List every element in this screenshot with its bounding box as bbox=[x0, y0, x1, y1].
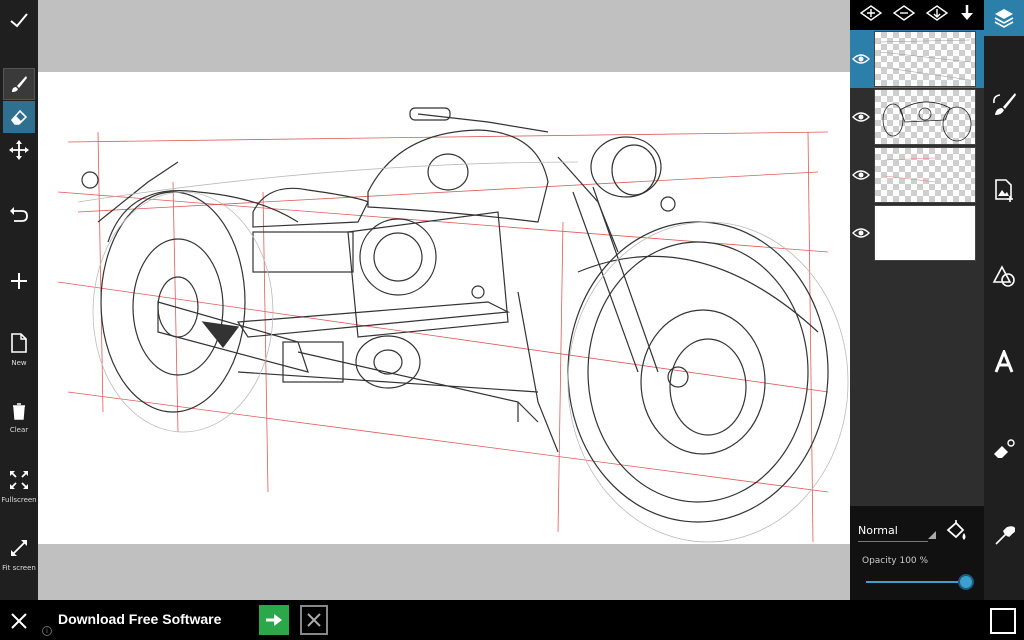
visibility-toggle[interactable] bbox=[850, 146, 872, 204]
left-toolbar: New Clear Fullscreen Fit screen bbox=[0, 0, 38, 600]
import-image-button[interactable] bbox=[988, 174, 1020, 206]
brush-icon bbox=[12, 76, 27, 92]
visibility-toggle[interactable] bbox=[850, 30, 872, 88]
remove-layer-button[interactable] bbox=[892, 5, 915, 25]
brush-settings-icon bbox=[993, 93, 1016, 115]
layer-row[interactable] bbox=[850, 30, 984, 88]
merge-layer-button[interactable] bbox=[925, 5, 948, 25]
paint-bucket-icon bbox=[946, 520, 966, 540]
confirm-button[interactable] bbox=[3, 4, 35, 36]
close-icon bbox=[11, 613, 27, 629]
ad-info-icon[interactable]: i bbox=[42, 626, 52, 636]
brush-settings-button[interactable] bbox=[988, 88, 1020, 120]
ad-go-button[interactable] bbox=[259, 605, 289, 635]
text-icon bbox=[994, 350, 1014, 373]
new-button[interactable]: New bbox=[0, 333, 38, 367]
ad-banner[interactable]: Download Free Software bbox=[0, 600, 1024, 640]
add-button[interactable] bbox=[3, 265, 35, 297]
layer-thumbnail bbox=[874, 147, 976, 203]
merge-layer-icon bbox=[925, 5, 948, 21]
shapes-button[interactable] bbox=[988, 260, 1020, 292]
undo-icon bbox=[10, 207, 28, 222]
ad-close-button[interactable] bbox=[6, 608, 32, 634]
layers-icon bbox=[994, 9, 1014, 28]
plus-icon bbox=[11, 273, 27, 289]
layer-thumbnail bbox=[874, 31, 976, 87]
clear-button[interactable]: Clear bbox=[0, 402, 38, 434]
eyedropper-button[interactable] bbox=[988, 520, 1020, 552]
motorcycle-sketch bbox=[57, 107, 849, 543]
fit-screen-button[interactable]: Fit screen bbox=[0, 538, 38, 572]
layer-toolbar bbox=[850, 0, 984, 30]
eye-icon bbox=[852, 228, 870, 238]
fit-screen-label: Fit screen bbox=[2, 564, 36, 572]
right-toolbar bbox=[984, 0, 1024, 600]
new-document-icon bbox=[11, 333, 27, 353]
ad-text[interactable]: Download Free Software bbox=[58, 611, 221, 627]
text-tool-button[interactable] bbox=[988, 346, 1020, 378]
add-layer-icon bbox=[859, 5, 882, 21]
drawing-canvas[interactable] bbox=[38, 72, 850, 544]
fullscreen-button[interactable]: Fullscreen bbox=[0, 470, 38, 504]
eye-icon bbox=[852, 112, 870, 122]
fullscreen-icon bbox=[10, 471, 28, 489]
visibility-toggle[interactable] bbox=[850, 204, 872, 262]
shapes-icon bbox=[992, 265, 1015, 287]
opacity-slider-track[interactable] bbox=[866, 581, 966, 583]
fullscreen-label: Fullscreen bbox=[1, 496, 37, 504]
clear-label: Clear bbox=[9, 426, 29, 434]
new-label: New bbox=[11, 359, 27, 367]
trash-icon bbox=[13, 403, 25, 420]
layer-row[interactable] bbox=[850, 88, 984, 146]
ad-dismiss-button[interactable] bbox=[300, 605, 328, 635]
move-layer-down-button[interactable] bbox=[959, 4, 975, 26]
canvas-area[interactable] bbox=[38, 0, 850, 600]
fit-screen-icon bbox=[11, 540, 27, 556]
add-layer-button[interactable] bbox=[859, 5, 882, 25]
blend-settings: Normal Opacity 100 % bbox=[850, 506, 984, 600]
perspective-guides bbox=[57, 131, 829, 543]
layer-row[interactable] bbox=[850, 146, 984, 204]
layer-thumbnail bbox=[874, 205, 976, 261]
eyedropper-icon bbox=[995, 526, 1015, 545]
app-root: New Clear Fullscreen Fit screen Normal O… bbox=[0, 0, 1024, 640]
eye-icon bbox=[852, 170, 870, 180]
undo-button[interactable] bbox=[3, 198, 35, 230]
opacity-label: Opacity 100 % bbox=[862, 556, 929, 566]
eraser-settings-icon bbox=[994, 439, 1015, 458]
fill-bucket-button[interactable] bbox=[944, 520, 968, 548]
remove-layer-icon bbox=[892, 5, 915, 21]
opacity-slider-handle[interactable] bbox=[958, 574, 974, 590]
blend-mode-value: Normal bbox=[858, 524, 898, 537]
arrow-right-icon bbox=[266, 614, 282, 626]
eraser-settings-button[interactable] bbox=[988, 434, 1020, 466]
checkmark-icon bbox=[10, 13, 28, 28]
layers-button[interactable] bbox=[984, 0, 1024, 36]
eraser-icon bbox=[10, 109, 28, 125]
visibility-toggle[interactable] bbox=[850, 88, 872, 146]
close-icon bbox=[307, 613, 321, 627]
arrow-down-icon bbox=[960, 5, 973, 20]
layers-panel: Normal Opacity 100 % bbox=[850, 0, 984, 600]
move-icon bbox=[9, 140, 29, 160]
fullscreen-toggle-button[interactable] bbox=[990, 608, 1016, 634]
dropdown-corner-icon bbox=[928, 531, 936, 539]
brush-tool-button[interactable] bbox=[3, 68, 35, 100]
add-image-icon bbox=[995, 179, 1013, 202]
layer-row[interactable] bbox=[850, 204, 984, 262]
blend-mode-select[interactable]: Normal bbox=[858, 524, 936, 542]
layer-thumbnail bbox=[874, 89, 976, 145]
eye-icon bbox=[852, 54, 870, 64]
eraser-tool-button[interactable] bbox=[3, 101, 35, 133]
move-tool-button[interactable] bbox=[3, 134, 35, 166]
